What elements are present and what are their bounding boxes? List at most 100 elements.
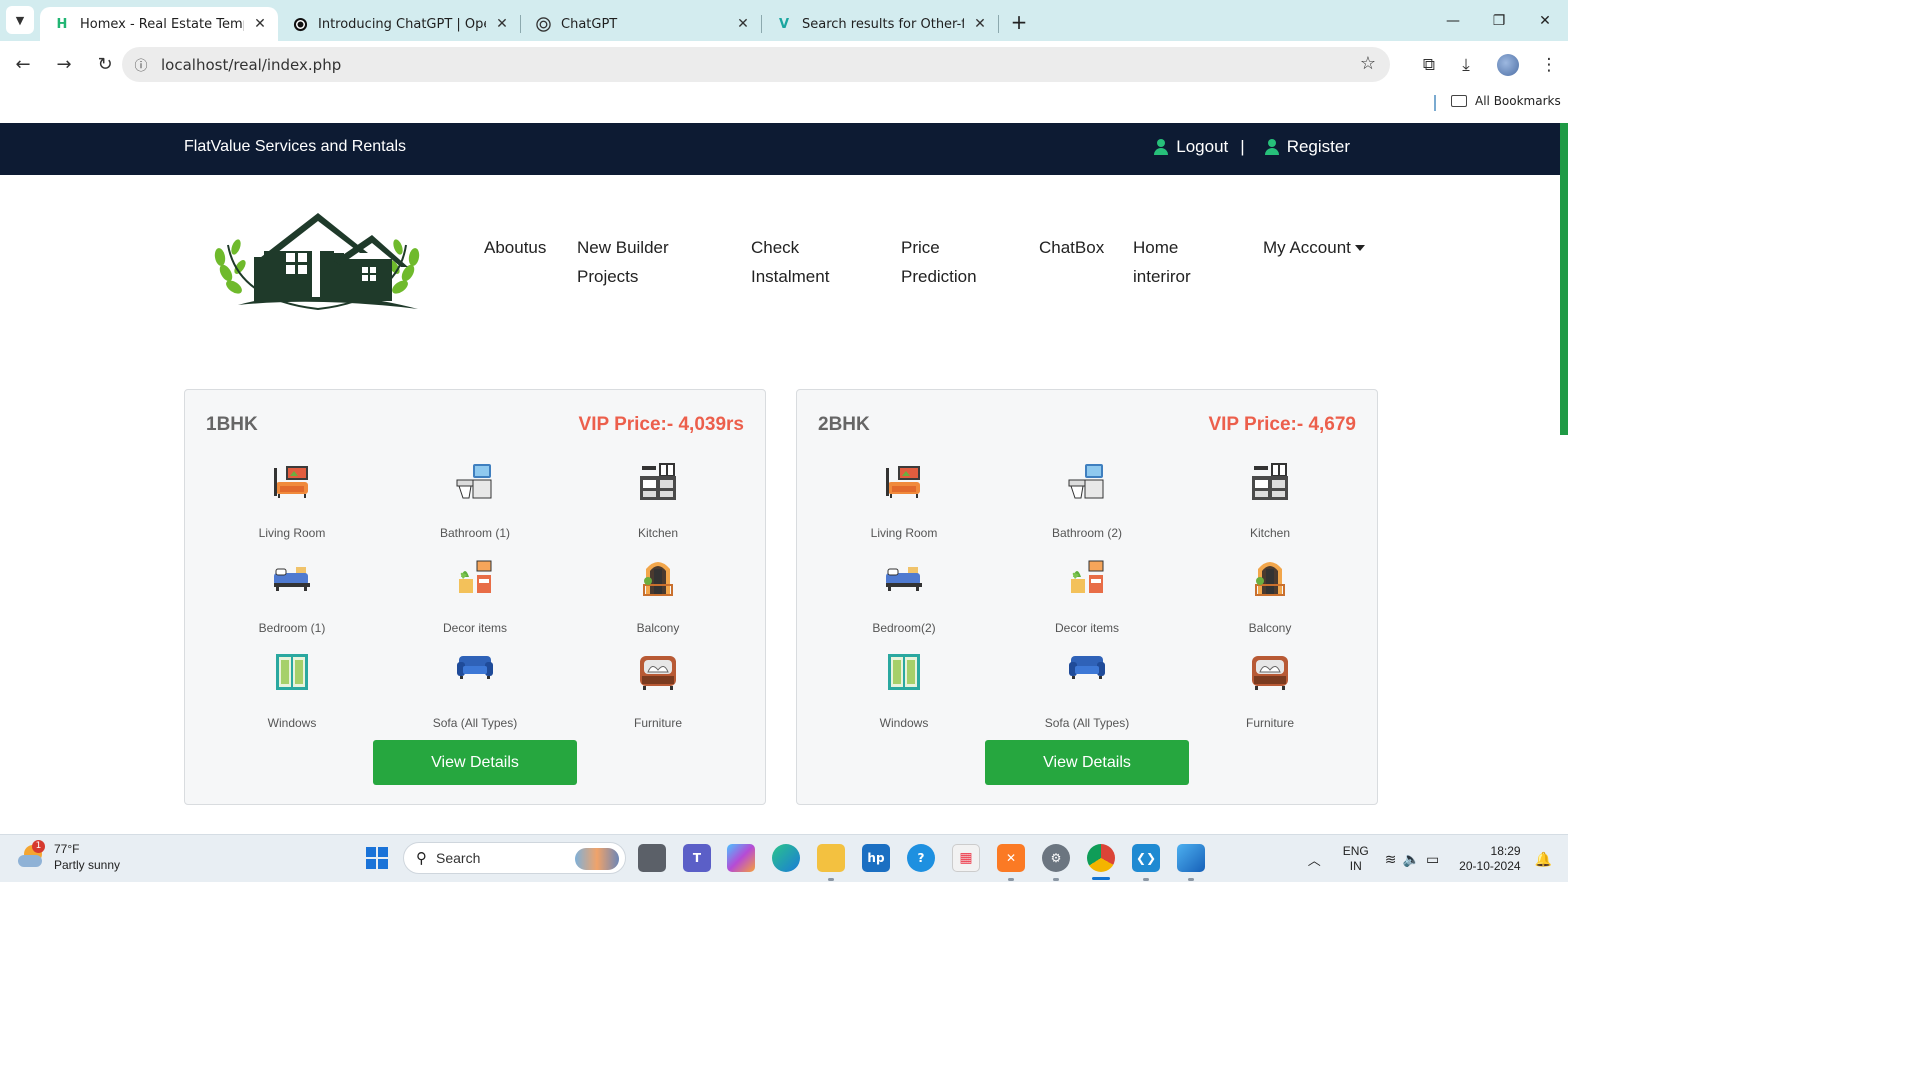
nav-chatbox[interactable]: ChatBox bbox=[1039, 233, 1104, 262]
auth-links: Logout | Register bbox=[1154, 137, 1350, 157]
nav-my-account[interactable]: My Account bbox=[1263, 233, 1365, 262]
chevron-up-icon[interactable]: ︿ bbox=[1308, 850, 1321, 869]
page-scrollbar[interactable] bbox=[1560, 123, 1568, 435]
browser-tab-introducing-chatgpt[interactable]: Introducing ChatGPT | OpenAI ✕ bbox=[278, 7, 520, 41]
feature-windows: Windows bbox=[222, 652, 362, 730]
feature-label: Kitchen bbox=[1249, 526, 1291, 540]
nav-check-instalment[interactable]: Check Instalment bbox=[751, 233, 829, 291]
feature-bathroom: Bathroom (1) bbox=[405, 462, 545, 540]
browser-tab-search-results[interactable]: V Search results for Other-furniture ✕ bbox=[762, 7, 998, 41]
vscode-icon[interactable]: ❮❯ bbox=[1132, 844, 1160, 872]
address-url[interactable]: localhost/real/index.php bbox=[161, 56, 341, 74]
close-tab-icon[interactable]: ✕ bbox=[494, 16, 510, 32]
card-type: 1BHK bbox=[206, 414, 258, 435]
all-bookmarks-label: All Bookmarks bbox=[1475, 94, 1561, 108]
start-button[interactable] bbox=[363, 844, 391, 872]
close-window-icon[interactable]: ✕ bbox=[1522, 0, 1568, 41]
view-details-button[interactable]: View Details bbox=[985, 740, 1189, 785]
running-indicator bbox=[1008, 878, 1014, 881]
store-icon[interactable]: ▦ bbox=[952, 844, 980, 872]
property-card-1bhk: 1BHK VIP Price:- 4,039rs Living Room Bat… bbox=[184, 389, 766, 805]
browser-toolbar: ← → ↻ ⓘ localhost/real/index.php ☆ ⧉ ⤓ ⋮ bbox=[0, 41, 1568, 88]
myhp-icon[interactable]: hp bbox=[862, 844, 890, 872]
clock[interactable]: 18:29 20-10-2024 bbox=[1459, 844, 1520, 874]
copilot-icon[interactable] bbox=[727, 844, 755, 872]
edge-icon[interactable] bbox=[772, 844, 800, 872]
network-volume-battery-icons[interactable]: ≋🔈▭ bbox=[1385, 851, 1445, 868]
feature-label: Bathroom (1) bbox=[439, 526, 511, 540]
back-icon[interactable]: ← bbox=[5, 47, 41, 83]
address-bar[interactable]: ⓘ localhost/real/index.php ☆ bbox=[122, 47, 1390, 82]
feature-living-room: Living Room bbox=[222, 462, 362, 540]
browser-tab-chatgpt[interactable]: ChatGPT ✕ bbox=[521, 7, 761, 41]
nav-home-interior[interactable]: Home interiror bbox=[1133, 233, 1191, 291]
minimize-icon[interactable]: — bbox=[1430, 0, 1476, 41]
feature-kitchen: Kitchen bbox=[588, 462, 728, 540]
bookmark-star-icon[interactable]: ☆ bbox=[1360, 53, 1376, 74]
balcony-icon bbox=[1255, 562, 1285, 596]
windows-icon bbox=[276, 654, 308, 690]
reload-icon[interactable]: ↻ bbox=[87, 47, 123, 83]
restore-icon[interactable]: ❐ bbox=[1476, 0, 1522, 41]
close-tab-icon[interactable]: ✕ bbox=[252, 16, 268, 32]
sofa-icon bbox=[1069, 656, 1105, 679]
extensions-icon[interactable]: ⧉ bbox=[1411, 47, 1447, 83]
photos-icon[interactable] bbox=[1177, 844, 1205, 872]
nav-price-prediction[interactable]: Price Prediction bbox=[901, 233, 977, 291]
feature-label: Windows bbox=[267, 716, 317, 730]
windows-logo-icon bbox=[366, 847, 388, 869]
all-bookmarks-button[interactable]: All Bookmarks bbox=[1451, 94, 1561, 108]
nav-label: New Builder bbox=[577, 238, 669, 257]
site-info-icon[interactable]: ⓘ bbox=[131, 55, 151, 75]
settings-icon[interactable]: ⚙ bbox=[1042, 844, 1070, 872]
xampp-icon[interactable]: ✕ bbox=[997, 844, 1025, 872]
view-details-button[interactable]: View Details bbox=[373, 740, 577, 785]
weather-temp: 77°F bbox=[54, 842, 80, 856]
search-icon: ⚲ bbox=[416, 849, 427, 867]
nav-label: Price bbox=[901, 238, 940, 257]
close-tab-icon[interactable]: ✕ bbox=[972, 16, 988, 32]
taskbar-search[interactable]: ⚲ Search bbox=[403, 842, 626, 874]
forward-icon[interactable]: → bbox=[46, 47, 82, 83]
browser-tab-strip: ▼ H Homex - Real Estate Template ✕ Intro… bbox=[0, 0, 1568, 41]
download-icon[interactable]: ⤓ bbox=[1448, 47, 1484, 83]
task-view-icon[interactable] bbox=[638, 844, 666, 872]
notification-bell-icon[interactable]: 🔔 bbox=[1535, 851, 1552, 868]
feature-bedroom: Bedroom (1) bbox=[222, 557, 362, 635]
toolbar-actions: ⧉ ⤓ ⋮ bbox=[1411, 41, 1568, 88]
help-icon[interactable]: ? bbox=[907, 844, 935, 872]
partly-sunny-icon: 1 bbox=[18, 840, 46, 871]
running-indicator bbox=[1188, 878, 1194, 881]
language-indicator[interactable]: ENG IN bbox=[1343, 844, 1369, 874]
search-placeholder: Search bbox=[436, 850, 481, 866]
close-tab-icon[interactable]: ✕ bbox=[735, 16, 751, 32]
file-explorer-icon[interactable] bbox=[817, 844, 845, 872]
clock-time: 18:29 bbox=[1490, 844, 1521, 858]
menu-icon[interactable]: ⋮ bbox=[1531, 47, 1567, 83]
furniture-icon bbox=[640, 656, 676, 690]
openai-logo-icon bbox=[535, 16, 551, 32]
tab-separator bbox=[998, 15, 999, 33]
search-highlight-image bbox=[575, 848, 619, 870]
kitchen-icon bbox=[1252, 463, 1288, 500]
profile-avatar[interactable] bbox=[1497, 53, 1519, 76]
register-link[interactable]: Register bbox=[1287, 137, 1350, 157]
kitchen-icon bbox=[640, 463, 676, 500]
feature-bathroom: Bathroom (2) bbox=[1017, 462, 1157, 540]
notification-badge: 1 bbox=[32, 840, 45, 853]
feature-kitchen: Kitchen bbox=[1200, 462, 1340, 540]
decor-items-icon bbox=[1071, 560, 1104, 593]
nav-new-builder-projects[interactable]: New Builder Projects bbox=[577, 233, 669, 291]
chrome-icon[interactable] bbox=[1087, 844, 1115, 872]
teams-icon[interactable]: T bbox=[683, 844, 711, 872]
browser-tab-homex[interactable]: H Homex - Real Estate Template ✕ bbox=[40, 7, 278, 41]
feature-label: Decor items bbox=[1054, 621, 1119, 635]
weather-widget[interactable]: 1 77°F Partly sunny bbox=[18, 840, 120, 873]
user-icon bbox=[1264, 139, 1279, 155]
window-controls: — ❐ ✕ bbox=[1430, 0, 1568, 41]
nav-aboutus[interactable]: Aboutus bbox=[484, 233, 546, 262]
logout-link[interactable]: Logout bbox=[1176, 137, 1228, 157]
new-tab-button[interactable]: + bbox=[1005, 8, 1033, 36]
site-logo[interactable] bbox=[208, 205, 428, 315]
tab-search-button[interactable]: ▼ bbox=[6, 6, 34, 34]
